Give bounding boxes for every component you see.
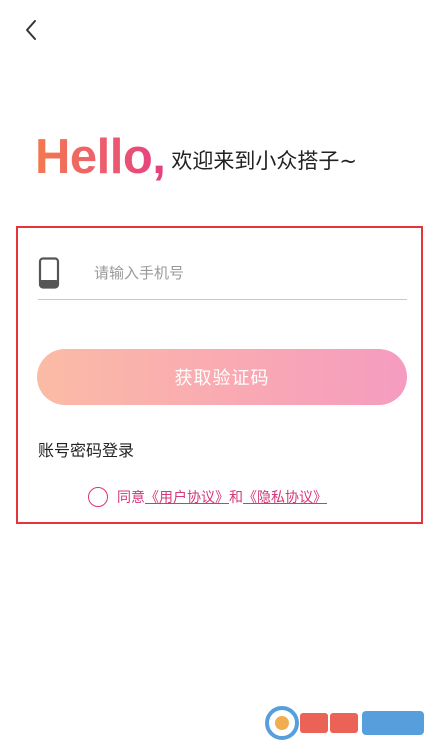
privacy-policy-link[interactable]: 《隐私协议》 <box>243 487 327 507</box>
hello-text: Hello, <box>35 130 166 184</box>
agreement-radio[interactable] <box>88 487 108 507</box>
agreement-conjunction: 和 <box>229 490 243 506</box>
welcome-text: 欢迎来到小众搭子~ <box>171 149 358 173</box>
smartphone-icon <box>38 257 60 289</box>
watermark-logo <box>264 705 429 741</box>
agreement-row: 同意 《用户协议》 和 《隐私协议》 <box>88 487 327 507</box>
password-login-link[interactable]: 账号密码登录 <box>38 437 134 461</box>
login-screen: Hello, 欢迎来到小众搭子~ 获取验证码 账号密码登录 同意 《用户协议》 … <box>0 0 443 753</box>
phone-field-row <box>38 254 407 300</box>
phone-input[interactable] <box>94 258 394 288</box>
chevron-left-icon <box>26 20 36 40</box>
agreement-prefix: 同意 <box>117 490 145 506</box>
back-button[interactable] <box>18 15 44 45</box>
user-agreement-link[interactable]: 《用户协议》 <box>145 487 229 507</box>
login-form: 获取验证码 账号密码登录 同意 《用户协议》 和 《隐私协议》 <box>16 226 423 524</box>
welcome-headline: Hello, 欢迎来到小众搭子~ <box>35 131 357 183</box>
watermark-icon <box>265 706 424 740</box>
get-code-button[interactable]: 获取验证码 <box>37 349 407 405</box>
